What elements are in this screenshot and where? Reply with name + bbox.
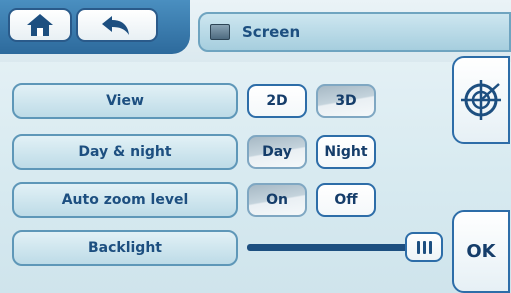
home-button[interactable] [8,8,72,42]
backlight-slider-track[interactable] [247,244,423,251]
view-2d-button[interactable]: 2D [247,84,307,118]
crosshair-target-icon [461,80,501,120]
back-button[interactable] [76,8,158,42]
backlight-slider-handle[interactable] [405,232,443,262]
setting-label-auto-zoom: Auto zoom level [12,182,238,218]
setting-label-backlight: Backlight [12,230,238,266]
view-3d-button[interactable]: 3D [316,84,376,118]
home-icon [27,14,53,36]
auto-zoom-off-button[interactable]: Off [316,183,376,217]
grip-line [422,240,426,254]
setting-label-view: View [12,83,238,119]
target-button[interactable] [452,56,510,144]
screen-title-bar: Screen [198,12,511,52]
page-title: Screen [242,23,301,41]
setting-label-day-night: Day & night [12,134,238,170]
auto-zoom-on-button[interactable]: On [247,183,307,217]
day-button[interactable]: Day [247,135,307,169]
grip-line [428,240,432,254]
screen-icon [210,24,230,40]
night-button[interactable]: Night [316,135,376,169]
ok-button[interactable]: OK [452,210,510,293]
back-arrow-icon [102,16,129,35]
grip-line [416,240,420,254]
